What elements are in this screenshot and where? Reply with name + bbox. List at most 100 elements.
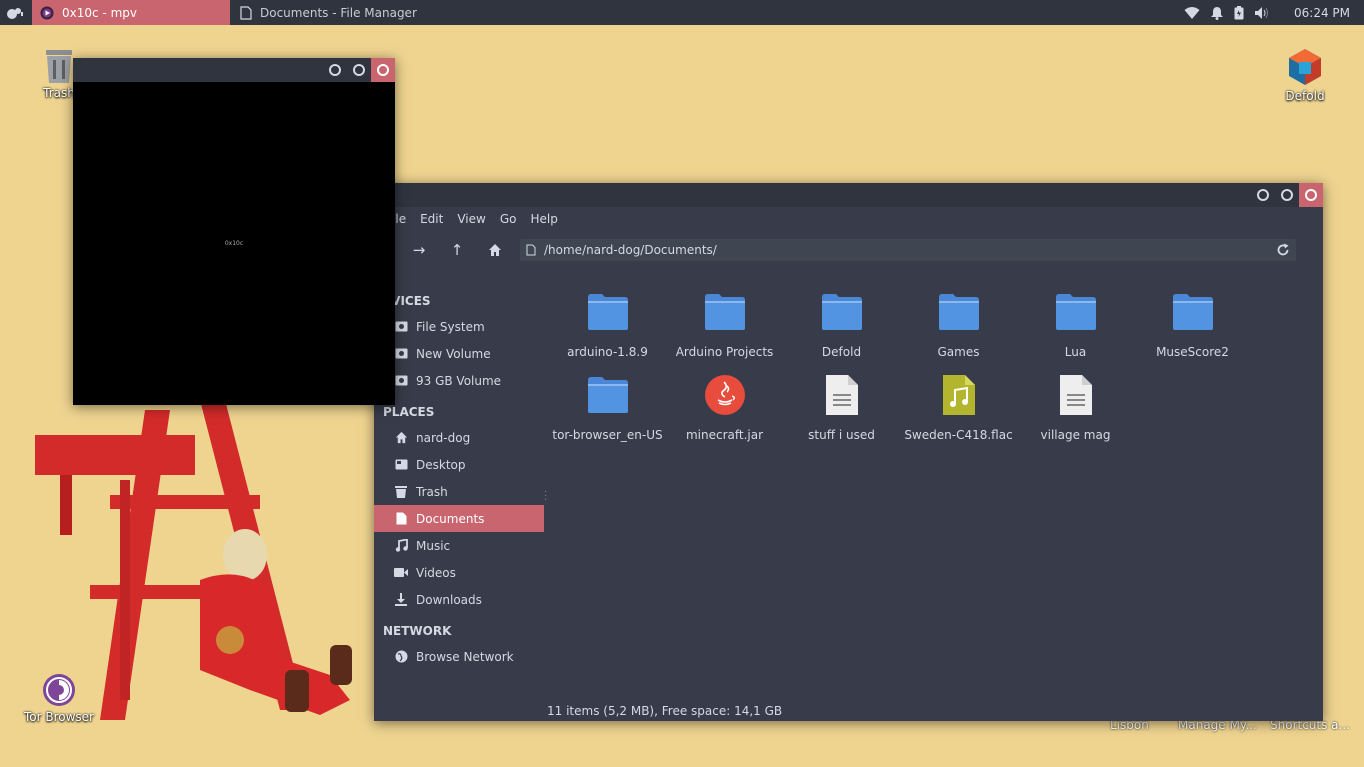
close-button[interactable]	[1299, 183, 1323, 207]
folder-icon	[818, 288, 866, 336]
pane-resize-handle[interactable]: · · ·	[544, 488, 547, 506]
location-bar[interactable]: /home/nard-dog/Documents/	[520, 239, 1296, 261]
taskbar-mpv[interactable]: 0x10c - mpv	[32, 0, 230, 25]
minimize-button[interactable]	[323, 58, 347, 82]
file-row: arduino-1.8.9 Arduino Projects Defold Ga…	[549, 288, 1309, 371]
desktop-icon	[394, 458, 408, 472]
menu-bar: File Edit View Go Help	[374, 207, 1323, 231]
clock[interactable]: 06:24 PM	[1294, 6, 1350, 20]
sidebar-item-label: 93 GB Volume	[416, 373, 502, 388]
file-item-stuff-i-used[interactable]: stuff i used	[783, 371, 900, 454]
volume-icon[interactable]	[1254, 6, 1270, 20]
sidebar-item-file-system[interactable]: File System	[374, 313, 544, 340]
video-icon	[394, 566, 408, 580]
bell-icon[interactable]	[1210, 6, 1224, 20]
forward-button[interactable]: →	[400, 235, 438, 265]
sidebar-item-new-volume[interactable]: New Volume	[374, 340, 544, 367]
folder-icon	[1169, 288, 1217, 336]
sidebar: DEVICES File System New Volume 93 GB Vol…	[373, 283, 544, 693]
minimize-button[interactable]	[1251, 183, 1275, 207]
video-text: 0x10c	[224, 240, 244, 247]
mpv-window: 0x10c	[73, 58, 395, 405]
desktop-icon-tor-browser[interactable]: Tor Browser	[14, 672, 104, 724]
sidebar-item-downloads[interactable]: Downloads	[374, 586, 544, 613]
home-icon	[489, 244, 501, 256]
section-title: NETWORK	[383, 624, 452, 638]
minimize-icon	[329, 64, 341, 76]
file-item-sweden-flac[interactable]: Sweden-C418.flac	[900, 371, 1017, 454]
window-titlebar[interactable]	[374, 183, 1323, 207]
file-label: Lua	[1064, 345, 1087, 359]
document-icon	[240, 5, 252, 20]
sidebar-item-browse-network[interactable]: Browse Network	[374, 643, 544, 670]
sidebar-item-label: File System	[416, 319, 485, 334]
wifi-icon[interactable]	[1184, 6, 1200, 20]
battery-icon[interactable]	[1234, 5, 1244, 20]
file-label: tor-browser_en-US	[552, 428, 663, 442]
menu-go[interactable]: Go	[494, 212, 525, 226]
sidebar-item-93gb-volume[interactable]: 93 GB Volume	[374, 367, 544, 394]
document-icon	[394, 512, 408, 526]
file-manager-window: File Edit View Go Help ← → ↑ /home/nard-…	[373, 183, 1323, 721]
toolbar: ← → ↑ /home/nard-dog/Documents/	[374, 231, 1323, 269]
task-title: 0x10c - mpv	[62, 5, 137, 20]
music-icon	[394, 539, 408, 553]
maximize-button[interactable]	[1275, 183, 1299, 207]
whisker-menu-button[interactable]	[0, 0, 30, 25]
mpv-icon	[40, 6, 54, 19]
drive-icon	[394, 347, 408, 361]
file-row: tor-browser_en-US minecraft.jar stuff i …	[549, 371, 1309, 454]
text-file-icon	[818, 371, 866, 419]
close-icon	[377, 64, 389, 76]
home-button[interactable]	[476, 235, 514, 265]
sidebar-item-home[interactable]: nard-dog	[374, 424, 544, 451]
close-button[interactable]	[371, 58, 395, 82]
menu-view[interactable]: View	[451, 212, 493, 226]
file-item-arduino-projects[interactable]: Arduino Projects	[666, 288, 783, 371]
file-item-village-mag[interactable]: village mag	[1017, 371, 1134, 454]
file-label: MuseScore2	[1156, 345, 1229, 359]
file-label: Games	[937, 345, 980, 359]
network-icon	[394, 650, 408, 664]
menu-help[interactable]: Help	[524, 212, 565, 226]
desktop-icon-label: Defold	[1285, 89, 1325, 103]
sidebar-item-trash[interactable]: Trash	[374, 478, 544, 505]
file-label: Arduino Projects	[675, 345, 774, 359]
arrow-up-icon: ↑	[450, 241, 464, 259]
sidebar-item-desktop[interactable]: Desktop	[374, 451, 544, 478]
drive-icon	[394, 320, 408, 334]
sidebar-item-label: Desktop	[416, 457, 466, 472]
window-titlebar[interactable]	[73, 58, 395, 82]
file-item-tor-browser[interactable]: tor-browser_en-US	[549, 371, 666, 454]
file-item-lua[interactable]: Lua	[1017, 288, 1134, 371]
file-label: stuff i used	[808, 428, 875, 442]
folder-icon	[935, 288, 983, 336]
tor-icon	[43, 674, 75, 706]
file-label: Sweden-C418.flac	[904, 428, 1013, 442]
sidebar-item-music[interactable]: Music	[374, 532, 544, 559]
file-item-defold[interactable]: Defold	[783, 288, 900, 371]
sidebar-item-documents[interactable]: Documents	[374, 505, 544, 532]
file-item-arduino[interactable]: arduino-1.8.9	[549, 288, 666, 371]
file-label: arduino-1.8.9	[567, 345, 648, 359]
sidebar-item-label: Documents	[416, 511, 485, 526]
maximize-button[interactable]	[347, 58, 371, 82]
video-area[interactable]: 0x10c	[73, 82, 395, 405]
up-button[interactable]: ↑	[438, 235, 476, 265]
arrow-right-icon: →	[412, 241, 426, 259]
taskbar-file-manager[interactable]: Documents - File Manager	[232, 0, 432, 25]
defold-icon	[1289, 49, 1321, 85]
sidebar-item-label: New Volume	[416, 346, 491, 361]
trash-icon	[394, 485, 408, 499]
refresh-icon[interactable]	[1276, 243, 1290, 257]
file-item-musescore2[interactable]: MuseScore2	[1134, 288, 1251, 371]
menu-edit[interactable]: Edit	[414, 212, 451, 226]
sidebar-item-videos[interactable]: Videos	[374, 559, 544, 586]
status-bar: 11 items (5,2 MB), Free space: 14,1 GB	[547, 704, 783, 718]
desktop-icon-defold[interactable]: Defold	[1260, 47, 1350, 103]
sidebar-item-label: Downloads	[416, 592, 482, 607]
file-item-minecraft-jar[interactable]: minecraft.jar	[666, 371, 783, 454]
sidebar-item-label: Music	[416, 538, 451, 553]
document-icon	[526, 244, 536, 256]
file-item-games[interactable]: Games	[900, 288, 1017, 371]
